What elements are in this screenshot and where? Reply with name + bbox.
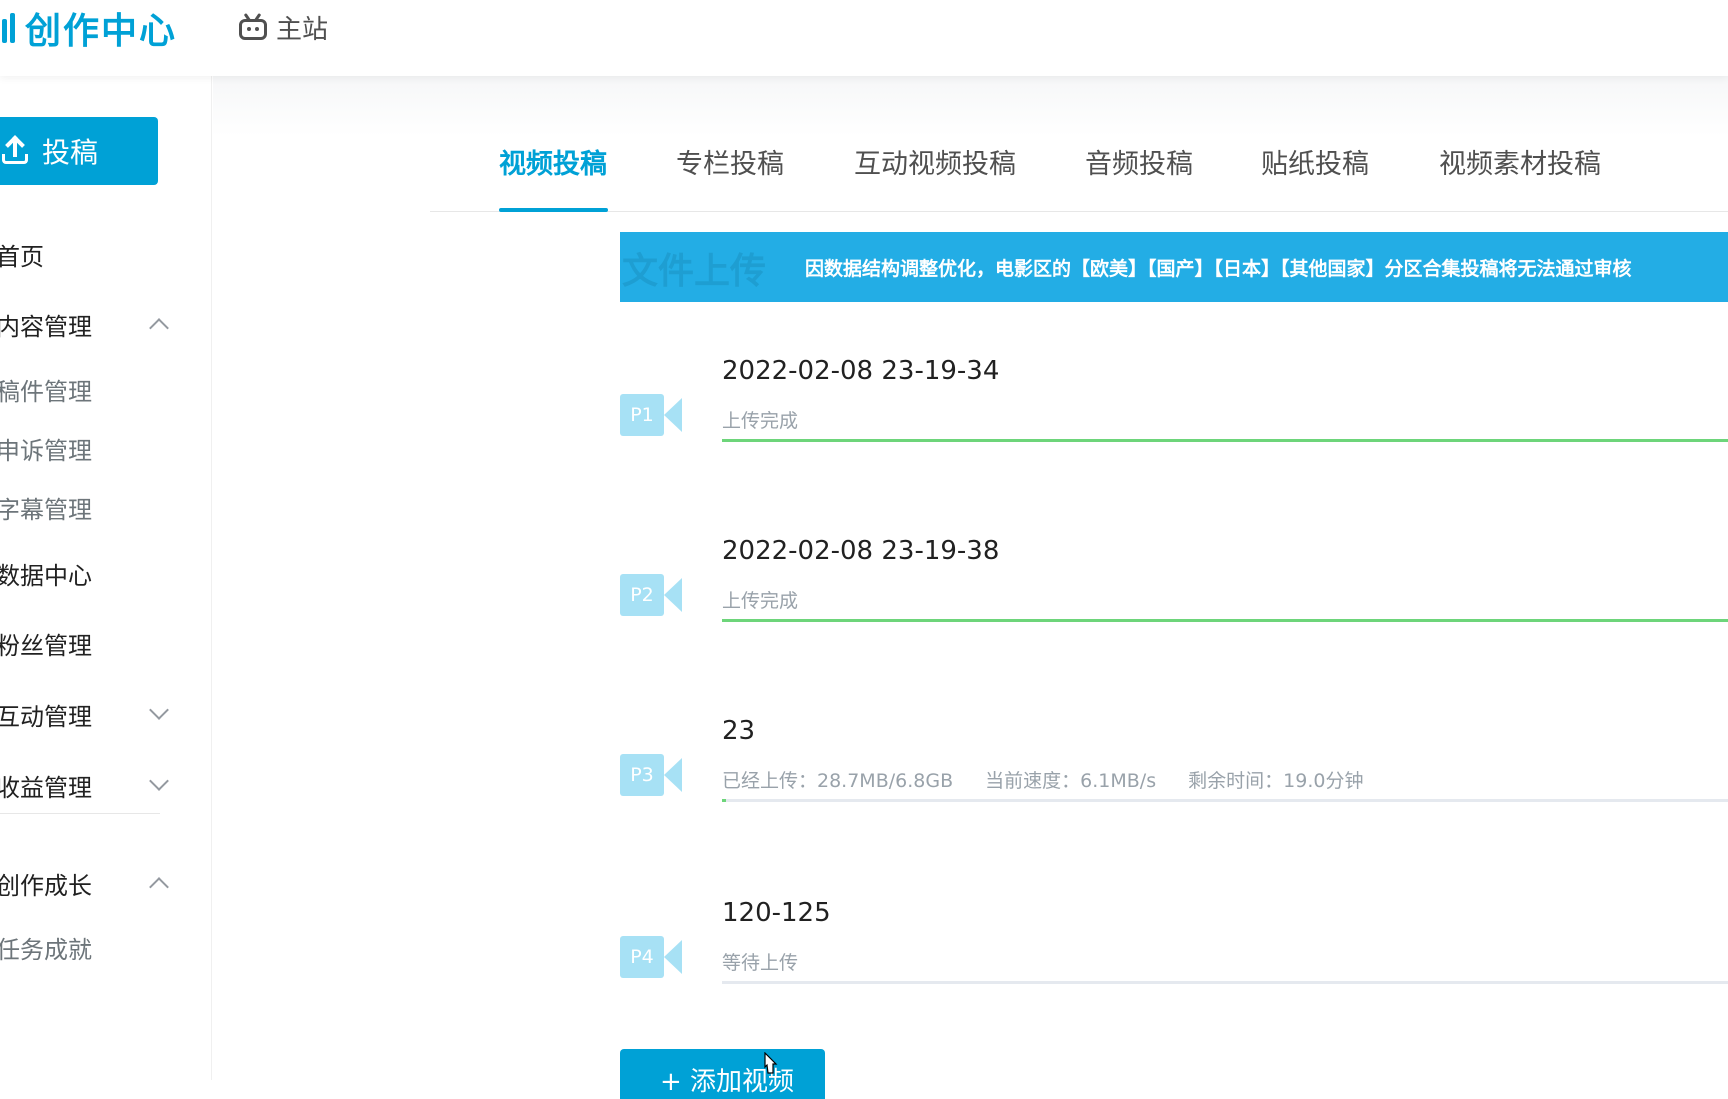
tab-sticker-upload[interactable]: 贴纸投稿 <box>1261 142 1369 181</box>
logo-icon <box>0 13 15 43</box>
part-badge: P3 <box>620 754 664 796</box>
sidebar-item-appeals[interactable]: 申诉管理 <box>0 428 176 468</box>
file-name: 2022-02-08 23-19-38 <box>722 536 1000 566</box>
main-header-shade <box>213 76 1728 136</box>
sidebar-item-achievements[interactable]: 任务成就 <box>0 927 176 967</box>
sidebar-item-label: 收益管理 <box>0 773 92 802</box>
sidebar-item-revenue[interactable]: 收益管理 <box>0 765 176 805</box>
notice-text: 因数据结构调整优化，电影区的【欧美】【国产】【日本】【其他国家】分区合集投稿将无… <box>805 258 1632 280</box>
add-video-button[interactable]: + 添加视频 <box>620 1049 825 1099</box>
upload-status: 已经上传：28.7MB/6.8GB 当前速度：6.1MB/s 剩余时间：19.0… <box>722 766 1389 793</box>
creator-center-logo[interactable]: 创作中心 <box>0 6 177 52</box>
main-site-label: 主站 <box>276 14 329 45</box>
sidebar-item-subtitles[interactable]: 字幕管理 <box>0 487 176 527</box>
chevron-up-icon <box>149 877 169 897</box>
sidebar-item-content-management[interactable]: 内容管理 <box>0 304 176 344</box>
sidebar-item-label: 字幕管理 <box>0 495 92 524</box>
sidebar-item-label: 创作成长 <box>0 871 92 900</box>
upload-button-label: 投稿 <box>42 136 99 169</box>
remaining-time: 剩余时间：19.0分钟 <box>1188 770 1364 792</box>
upload-status: 等待上传 <box>722 952 799 974</box>
chevron-down-icon <box>149 771 169 791</box>
video-camera-icon: P1 <box>620 394 682 436</box>
file-item: P3 23 已经上传：28.7MB/6.8GB 当前速度：6.1MB/s 剩余时… <box>620 716 1728 826</box>
tab-video-upload[interactable]: 视频投稿 <box>499 142 607 181</box>
file-name: 23 <box>722 716 756 746</box>
file-upload-title: 文件上传 <box>622 251 767 292</box>
notice-banner: 文件上传 因数据结构调整优化，电影区的【欧美】【国产】【日本】【其他国家】分区合… <box>620 232 1728 302</box>
file-name: 2022-02-08 23-19-34 <box>722 356 1000 386</box>
file-item: P4 120-125 等待上传 <box>620 898 1728 1008</box>
video-camera-icon: P2 <box>620 574 682 616</box>
current-speed: 当前速度：6.1MB/s <box>985 770 1157 792</box>
tab-audio-upload[interactable]: 音频投稿 <box>1085 142 1193 181</box>
sidebar-item-label: 稿件管理 <box>0 377 92 406</box>
sidebar: 投稿 首页 内容管理 稿件管理 申诉管理 字幕管理 数据中心 粉丝管理 互动管理… <box>0 76 212 1080</box>
upload-progress-bar <box>722 799 1728 802</box>
sidebar-item-label: 数据中心 <box>0 561 92 590</box>
mouse-cursor-icon <box>764 1052 778 1074</box>
tab-video-material-upload[interactable]: 视频素材投稿 <box>1439 142 1601 181</box>
part-badge: P4 <box>620 936 664 978</box>
file-item: P2 2022-02-08 23-19-38 上传完成 <box>620 536 1728 646</box>
top-bar: 创作中心 主站 <box>0 0 1728 76</box>
upload-progress-bar <box>722 981 1728 984</box>
sidebar-item-label: 申诉管理 <box>0 436 92 465</box>
upload-status: 上传完成 <box>722 590 799 612</box>
upload-progress-bar <box>722 439 1728 442</box>
video-camera-icon: P3 <box>620 754 682 796</box>
tab-interactive-video-upload[interactable]: 互动视频投稿 <box>854 142 1016 181</box>
sidebar-item-fans[interactable]: 粉丝管理 <box>0 623 176 663</box>
part-badge: P1 <box>620 394 664 436</box>
tv-icon <box>238 12 268 41</box>
sidebar-item-label: 互动管理 <box>0 702 92 731</box>
upload-type-tabs: 视频投稿 专栏投稿 互动视频投稿 音频投稿 贴纸投稿 视频素材投稿 <box>430 128 1728 212</box>
part-badge: P2 <box>620 574 664 616</box>
main-site-link[interactable]: 主站 <box>238 10 329 45</box>
sidebar-item-label: 粉丝管理 <box>0 631 92 660</box>
sidebar-divider <box>0 813 160 814</box>
upload-button[interactable]: 投稿 <box>0 117 158 185</box>
uploaded-size: 已经上传：28.7MB/6.8GB <box>722 770 954 792</box>
upload-progress-bar <box>722 619 1728 622</box>
sidebar-item-interaction[interactable]: 互动管理 <box>0 694 176 734</box>
sidebar-item-home[interactable]: 首页 <box>0 234 176 274</box>
logo-text: 创作中心 <box>25 11 178 52</box>
chevron-down-icon <box>149 700 169 720</box>
chevron-up-icon <box>149 318 169 338</box>
file-item: P1 2022-02-08 23-19-34 上传完成 <box>620 356 1728 466</box>
active-tab-indicator <box>499 208 608 212</box>
sidebar-item-label: 任务成就 <box>0 935 92 964</box>
sidebar-item-label: 首页 <box>0 242 44 271</box>
upload-status: 上传完成 <box>722 410 799 432</box>
sidebar-item-label: 内容管理 <box>0 312 92 341</box>
upload-icon <box>2 135 28 164</box>
video-camera-icon: P4 <box>620 936 682 978</box>
sidebar-item-data-center[interactable]: 数据中心 <box>0 553 176 593</box>
sidebar-item-creator-growth[interactable]: 创作成长 <box>0 863 176 903</box>
tab-column-upload[interactable]: 专栏投稿 <box>676 142 784 181</box>
file-name: 120-125 <box>722 898 831 928</box>
sidebar-item-manuscripts[interactable]: 稿件管理 <box>0 369 176 409</box>
